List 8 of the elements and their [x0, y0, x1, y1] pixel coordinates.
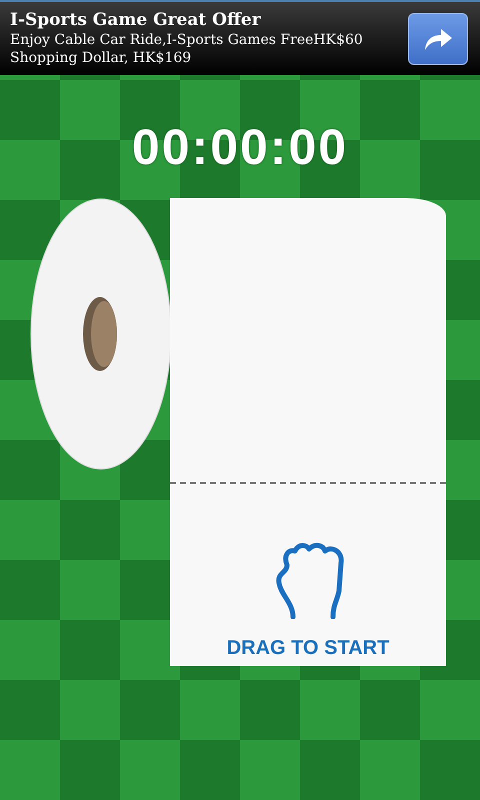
ad-title: I-Sports Game Great Offer — [10, 10, 262, 31]
share-button[interactable] — [408, 12, 468, 64]
ad-banner[interactable]: I-Sports Game Great Offer Enjoy Cable Car Ride,I-Sports Games FreeHK$60 Shopping Dollar, HK$169 — [0, 0, 480, 75]
curved-arrow-icon — [423, 26, 453, 50]
paper-sheet[interactable]: DRAG TO START — [170, 198, 446, 666]
drag-to-start-label: DRAG TO START — [226, 637, 390, 660]
ad-text: Enjoy Cable Car Ride,I-Sports Games FreeHK$60 Shopping Dollar, HK$169 — [10, 31, 364, 67]
timer: 00:00:00 — [132, 118, 348, 177]
